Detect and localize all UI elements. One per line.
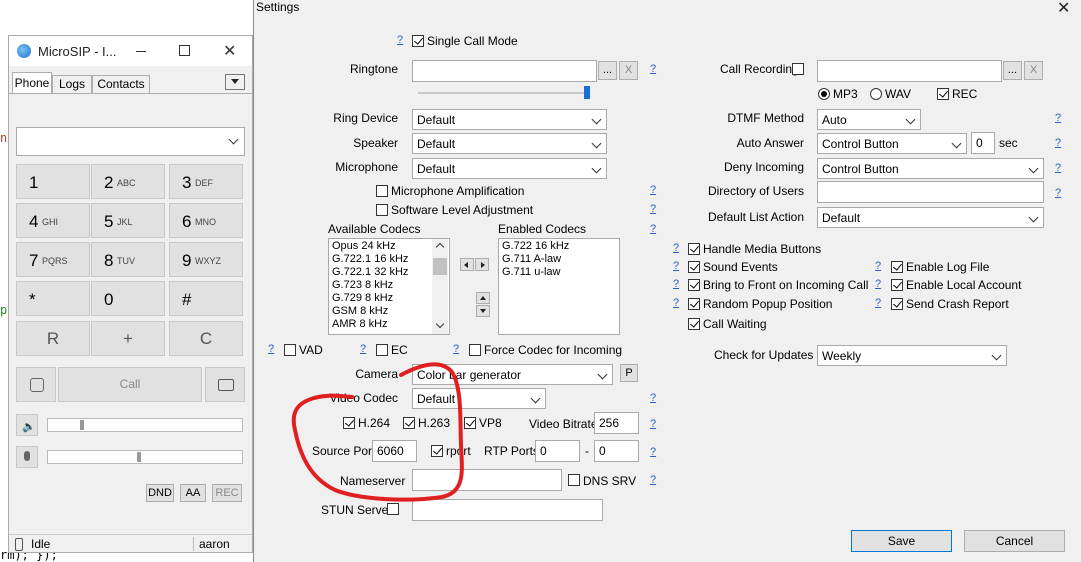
red-annotation-scribble: [291, 362, 464, 502]
